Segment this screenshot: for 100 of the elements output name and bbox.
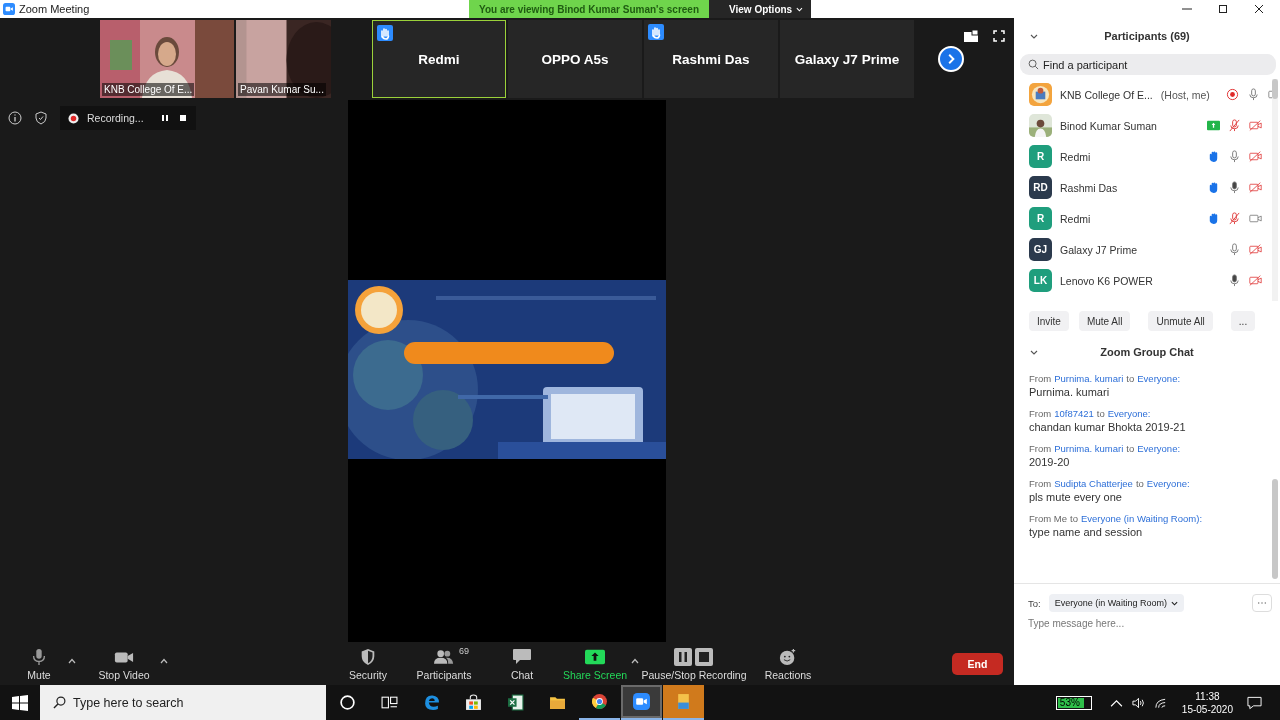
close-icon[interactable] <box>1254 4 1264 14</box>
participant-name-label: KNB College Of E... <box>102 83 195 96</box>
clock-date[interactable]: 15-05-2020 <box>1181 702 1233 716</box>
smiley-icon <box>778 648 798 666</box>
share-button[interactable]: Share Screen <box>563 646 627 681</box>
stop-icon[interactable] <box>177 113 188 123</box>
caret-up-icon[interactable] <box>160 658 168 664</box>
participant-row[interactable]: GJ Galaxy J7 Prime <box>1014 234 1272 265</box>
participants-button[interactable]: 69 Participants <box>412 646 476 681</box>
participant-name: Galaxy J7 Prime <box>794 51 900 67</box>
view-options-button[interactable]: View Options <box>709 0 811 18</box>
browser-icon <box>423 694 440 711</box>
panel-title: Participants (69) <box>1104 30 1190 42</box>
info-icon[interactable] <box>8 111 22 125</box>
panel-action-button[interactable]: ... <box>1230 311 1256 331</box>
next-page-button[interactable] <box>938 46 964 72</box>
notification-icon[interactable] <box>1247 695 1262 710</box>
taskbar-search-field[interactable]: Type here to search <box>40 685 326 720</box>
record-button[interactable]: Pause/Stop Recording <box>643 646 745 681</box>
windows-start-icon[interactable] <box>12 694 28 711</box>
recipient-name[interactable]: Everyone: <box>1107 408 1151 419</box>
document-icon <box>675 693 692 710</box>
caret-up-icon[interactable] <box>631 658 639 664</box>
panel-action-button[interactable]: Unmute All <box>1148 311 1213 331</box>
participant-row[interactable]: Binod Kumar Suman <box>1014 110 1272 141</box>
record-dot-icon <box>68 112 79 124</box>
avatar: LK <box>1029 269 1052 292</box>
mic-button[interactable]: Mute <box>14 646 64 681</box>
avatar: GJ <box>1029 238 1052 261</box>
participant-name: Redmi <box>418 51 460 67</box>
chevron-down-icon <box>796 6 803 12</box>
scrollbar-thumb[interactable] <box>1272 479 1278 579</box>
end-meeting-button[interactable]: End <box>952 652 1003 675</box>
from-label: From <box>1029 478 1052 489</box>
to-label: to <box>1126 443 1135 454</box>
maximize-icon[interactable] <box>1218 4 1228 14</box>
chat-message: 2019-20 <box>1029 456 1071 468</box>
avatar: R <box>1029 207 1052 230</box>
search-icon <box>1028 59 1039 70</box>
security-button[interactable]: Security <box>343 646 393 681</box>
sender-name[interactable]: Sudipta Chatterjee <box>1054 478 1133 489</box>
collapse-chevron-icon[interactable] <box>1030 349 1038 355</box>
scrollbar[interactable] <box>1272 79 1278 301</box>
wifi-icon[interactable] <box>1153 696 1167 709</box>
participant-tile[interactable]: Galaxy J7 Prime <box>780 20 914 98</box>
participant-role: (Host, me) <box>1160 88 1210 101</box>
speaker-icon[interactable] <box>1131 696 1145 709</box>
chat-message: type name and session <box>1029 526 1144 538</box>
reactions-button[interactable]: Reactions <box>760 646 816 681</box>
video-button[interactable]: Stop Video <box>92 646 156 681</box>
recipient-name[interactable]: Everyone: <box>1137 373 1181 384</box>
shopping-bag-icon <box>465 694 482 711</box>
participant-name: Galaxy J7 Prime <box>1060 243 1138 256</box>
sender-name[interactable]: 10f87421 <box>1054 408 1094 419</box>
from-label: From <box>1029 373 1052 384</box>
fullscreen-icon[interactable] <box>992 30 1006 42</box>
share-screen-icon <box>585 648 605 666</box>
panel-action-button[interactable]: Mute All <box>1078 311 1131 331</box>
sharing-banner: You are viewing Binod Kumar Suman's screen <box>469 0 709 18</box>
participant-row[interactable]: RD Rashmi Das <box>1014 172 1272 203</box>
recipient-name[interactable]: Everyone (in Waiting Room): <box>1080 513 1203 524</box>
search-field[interactable]: Find a participant <box>1020 54 1276 75</box>
participant-name: Redmi <box>1060 212 1091 225</box>
chat-bubble-icon <box>512 648 532 666</box>
participant-row[interactable]: LK Lenovo K6 POWER <box>1014 265 1272 296</box>
pause-icon[interactable] <box>159 113 170 123</box>
video-tile[interactable]: Pavan Kumar Su... <box>236 20 331 98</box>
from-label: From Me <box>1029 513 1067 524</box>
panel-action-button[interactable]: Invite <box>1029 311 1069 331</box>
window-title: Zoom Meeting <box>19 3 90 15</box>
spreadsheet-icon <box>507 694 524 711</box>
search-icon <box>53 696 66 709</box>
participant-tile[interactable]: Redmi <box>372 20 506 98</box>
participant-tile[interactable]: Rashmi Das <box>644 20 778 98</box>
participant-row[interactable]: R Redmi <box>1014 141 1272 172</box>
chat-message: Purnima. kumari <box>1029 386 1111 398</box>
participant-tile[interactable]: OPPO A5s <box>508 20 642 98</box>
layout-icon[interactable] <box>964 30 978 42</box>
video-camera-icon <box>633 693 650 710</box>
chat-message: chandan kumar Bhokta 2019-21 <box>1029 421 1187 433</box>
to-label: to <box>1135 478 1144 489</box>
recipient-dropdown[interactable]: Everyone (in Waiting Room) <box>1048 594 1184 612</box>
shield-icon[interactable] <box>34 111 48 125</box>
zoom-taskbar-button[interactable] <box>621 685 662 720</box>
clock-time[interactable]: 11:38 <box>1195 689 1220 703</box>
sender-name[interactable]: Purnima. kumari <box>1054 373 1124 384</box>
participant-row[interactable]: R Redmi <box>1014 203 1272 234</box>
collapse-chevron-icon[interactable] <box>1030 33 1038 39</box>
chat-button[interactable]: Chat <box>497 646 547 681</box>
pause-stop-icon <box>674 648 714 666</box>
scrollbar-thumb[interactable] <box>1272 79 1278 99</box>
caret-up-icon[interactable] <box>68 658 76 664</box>
participant-name-label: Pavan Kumar Su... <box>238 83 326 96</box>
avatar: RD <box>1029 176 1052 199</box>
recipient-name[interactable]: Everyone: <box>1146 478 1190 489</box>
recipient-name[interactable]: Everyone: <box>1137 443 1181 454</box>
sender-name[interactable]: Purnima. kumari <box>1054 443 1124 454</box>
participant-name: Lenovo K6 POWER <box>1060 274 1153 287</box>
video-tile[interactable]: KNB College Of E... <box>100 20 234 98</box>
chevron-down-icon <box>1170 600 1178 606</box>
